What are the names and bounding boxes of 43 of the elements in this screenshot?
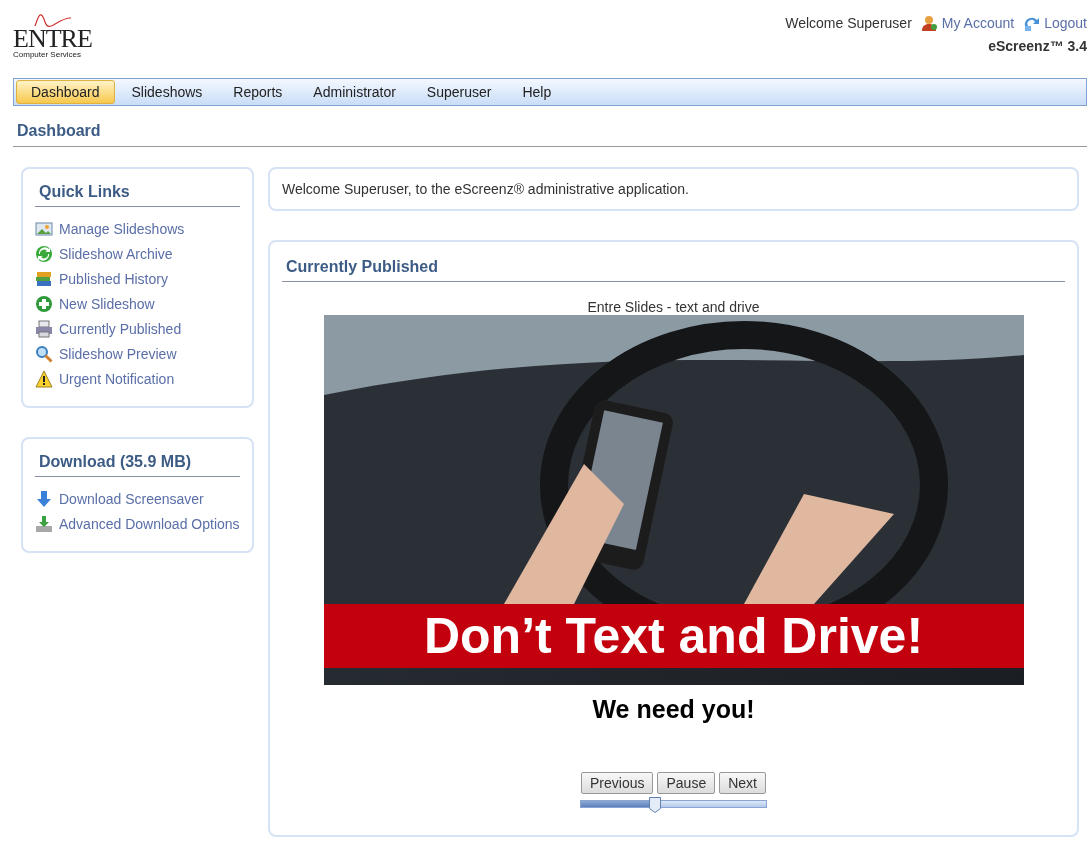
printer-icon: [35, 320, 53, 338]
picture-icon: [35, 220, 53, 238]
menu-tab[interactable]: Administrator: [299, 81, 410, 103]
panel-title: Download (35.9 MB): [35, 453, 240, 477]
sidebar-link[interactable]: Advanced Download Options: [35, 512, 240, 537]
logo-subtitle: Computer Services: [13, 50, 83, 59]
sidebar-link[interactable]: Published History: [35, 267, 240, 292]
sidebar-link[interactable]: Download Screensaver: [35, 487, 240, 512]
menu-tab[interactable]: Slideshows: [117, 81, 217, 103]
sidebar-link[interactable]: Slideshow Preview: [35, 342, 240, 367]
download-icon: [35, 490, 53, 508]
menu-tab[interactable]: Reports: [219, 81, 297, 103]
slide-title: Entre Slides - text and drive: [587, 299, 760, 315]
sidebar-link[interactable]: Currently Published: [35, 317, 240, 342]
sidebar-link[interactable]: Slideshow Archive: [35, 242, 240, 267]
search-icon: [35, 345, 53, 363]
slider-thumb[interactable]: [649, 797, 661, 813]
welcome-message: Welcome Superuser, to the eScreenz® administrative application.: [282, 181, 690, 197]
menu-tab[interactable]: Help: [508, 81, 566, 103]
recycle-icon: [35, 245, 53, 263]
panel-title: Quick Links: [35, 183, 240, 207]
menu-tab[interactable]: Dashboard: [16, 80, 115, 104]
menu-tab[interactable]: Superuser: [412, 81, 506, 103]
download-icon: [35, 515, 53, 533]
slideshow-button[interactable]: Pause: [657, 772, 716, 794]
plus-icon: [35, 295, 53, 313]
account-link[interactable]: My Account: [919, 14, 1015, 32]
warning-icon: [35, 370, 53, 388]
sidebar-link[interactable]: Urgent Notification: [35, 367, 240, 392]
sidebar-link[interactable]: Manage Slideshows: [35, 217, 240, 242]
page-title: Dashboard: [13, 122, 1087, 147]
user-icon: [919, 14, 938, 32]
slideshow-button[interactable]: Previous: [581, 772, 654, 794]
logout-link[interactable]: Logout: [1022, 14, 1087, 32]
panel-title: Currently Published: [282, 258, 1065, 282]
slide-banner: Don’t Text and Drive!: [323, 604, 1024, 668]
logo-name: ENTRE: [13, 28, 93, 50]
sidebar-link[interactable]: New Slideshow: [35, 292, 240, 317]
slide-caption: We need you!: [592, 695, 755, 724]
welcome-text: Welcome Superuser: [785, 15, 912, 31]
slideshow-button[interactable]: Next: [719, 772, 766, 794]
books-icon: [35, 270, 53, 288]
version-label: eScreenz™ 3.4: [988, 38, 1087, 54]
